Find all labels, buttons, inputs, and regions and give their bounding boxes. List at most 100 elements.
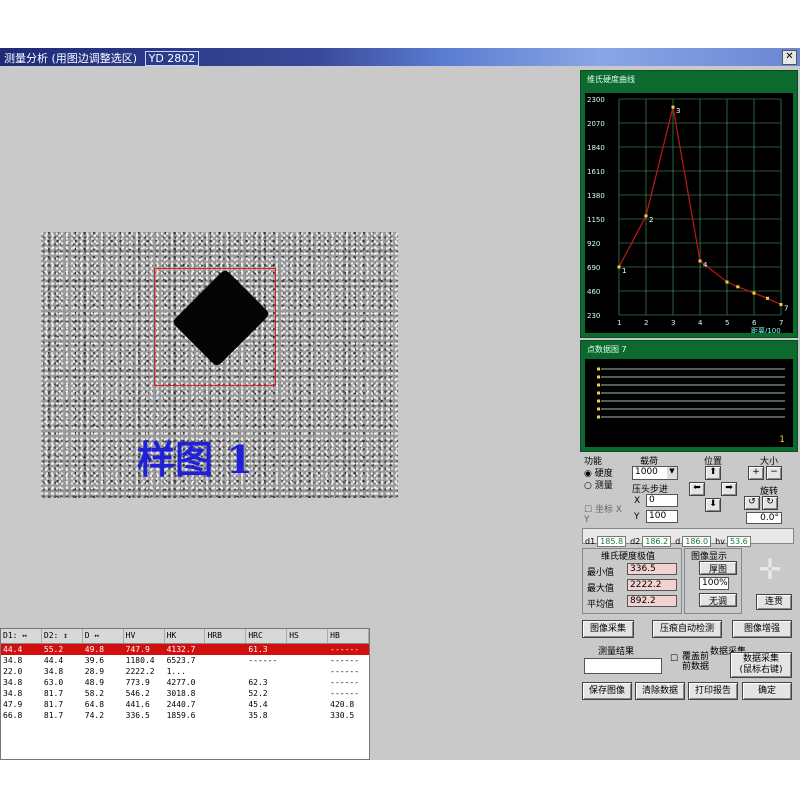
column-header[interactable]: HK xyxy=(165,629,206,643)
title-bar: 测量分析 (用图边调整选区) YD 2802 ✕ xyxy=(0,48,800,66)
table-row[interactable]: 66.8 81.7 74.2 336.5 1859.6 35.8 330.5 xyxy=(1,710,369,721)
data-point xyxy=(736,285,740,289)
table-cell xyxy=(205,710,246,721)
readout-d1: d1 185.8 xyxy=(585,536,627,547)
table-body: 44.4 55.2 49.8 747.9 4132.7 61.3 ------ 34.8 44.… xyxy=(1,644,369,721)
readout-label: d1 xyxy=(585,537,596,546)
clear-data-button[interactable]: 清除数据 xyxy=(635,682,685,700)
capture-button[interactable]: 图像采集 xyxy=(582,620,634,638)
column-header[interactable]: D ↔ xyxy=(83,629,124,643)
max-label: 最大值 xyxy=(587,584,615,594)
image-canvas[interactable]: 样图 1 xyxy=(0,66,578,626)
step-y-field[interactable]: 100 xyxy=(646,510,678,523)
collect-data-button[interactable]: 数据采集 (鼠标右键) xyxy=(730,652,792,678)
table-row[interactable]: 34.8 81.7 58.2 546.2 3018.8 52.2 ------ xyxy=(1,688,369,699)
selection-box[interactable] xyxy=(154,268,276,386)
table-cell: 52.2 xyxy=(248,689,268,698)
arrow-down-button[interactable]: ⬇ xyxy=(705,498,721,512)
sample-image: 样图 1 xyxy=(41,232,398,498)
table-cell: 61.3 xyxy=(248,645,268,654)
auto-measure-button[interactable]: 压痕自动检测 xyxy=(652,620,722,638)
arrow-left-button[interactable]: ⬅ xyxy=(689,482,705,496)
arrow-up-button[interactable]: ⬆ xyxy=(705,466,721,480)
size-minus-button[interactable]: − xyxy=(766,466,782,480)
y-tick-label: 2070 xyxy=(587,120,605,128)
table-cell: ------ xyxy=(330,689,360,698)
overwrite-label-1: 覆盖前 xyxy=(682,652,710,662)
table-cell: ------ xyxy=(248,656,278,665)
readout-bar: d1 185.8 d2 186.2 d 186.0 hv 53.6 xyxy=(582,528,794,547)
display-group: 图像显示 厚图 100% 无调 xyxy=(684,548,742,614)
radio-measure[interactable]: ○ 测量 xyxy=(584,478,613,491)
rotate-ccw-button[interactable]: ↺ xyxy=(744,496,760,510)
points-corner-label: 1 xyxy=(779,435,785,445)
zoom-field[interactable]: 100% xyxy=(699,577,729,590)
xy-checkbox[interactable]: ☐ 坐标 X Y xyxy=(584,502,628,525)
angle-field[interactable]: 0.0° xyxy=(746,512,782,524)
results-table[interactable]: D1: ↔ D2: ↕ D ↔ HV HK HRB HRC HS HB 44.4 55.2 49.8… xyxy=(0,628,370,760)
load-value: 1000 xyxy=(635,467,658,477)
load-select[interactable]: 1000 ▼ xyxy=(632,466,678,480)
x-axis-label: 距离/100 xyxy=(751,326,781,333)
sample-label: 样图 1 xyxy=(137,437,253,482)
table-cell: 49.8 xyxy=(84,645,105,654)
points-plot: 1 xyxy=(585,359,793,447)
points-marker xyxy=(597,407,600,411)
step-x-label: X xyxy=(634,496,641,506)
link-button[interactable]: 连贯 xyxy=(756,594,792,610)
x-tick-label: 1 xyxy=(617,319,621,327)
table-cell: 330.5 xyxy=(330,711,355,720)
overwrite-checkbox[interactable]: ☐ xyxy=(670,654,678,664)
measure-result-field[interactable] xyxy=(584,658,662,674)
overwrite-label: 覆盖前 前数据 xyxy=(682,652,709,672)
y-tick-label: 2300 xyxy=(587,96,605,104)
table-row[interactable]: 34.8 63.0 48.9 773.9 4277.0 62.3 ------ xyxy=(1,677,369,688)
column-header[interactable]: HRB xyxy=(205,629,247,643)
table-cell xyxy=(205,699,246,710)
radio-measure-label: 测量 xyxy=(594,481,613,491)
column-header[interactable]: HB xyxy=(328,629,370,643)
table-cell: ------ xyxy=(330,678,360,687)
readout-value: 185.8 xyxy=(597,536,627,547)
points-marker xyxy=(597,367,600,371)
table-cell xyxy=(287,644,328,655)
readout-label: hv xyxy=(715,537,725,546)
table-cell: 22.0 xyxy=(3,667,23,676)
column-header[interactable]: D1: ↔ xyxy=(1,629,42,643)
table-cell: 4132.7 xyxy=(166,645,196,654)
data-point xyxy=(725,280,729,284)
table-row[interactable]: 34.8 44.4 39.6 1180.4 6523.7 ------ ------ xyxy=(1,655,369,666)
readout-value: 53.6 xyxy=(726,536,751,547)
thickness-button[interactable]: 厚图 xyxy=(699,561,737,575)
print-report-button[interactable]: 打印报告 xyxy=(688,682,738,700)
rotate-cw-button[interactable]: ↻ xyxy=(762,496,778,510)
column-header[interactable]: HV xyxy=(124,629,165,643)
image-enhance-button[interactable]: 图像增强 xyxy=(732,620,792,638)
points-caption: 点数据图 7 xyxy=(587,345,627,354)
y-tick-label: 1150 xyxy=(587,216,605,224)
table-cell xyxy=(205,677,246,688)
size-plus-button[interactable]: + xyxy=(748,466,764,480)
crosshair-icon: ✛ xyxy=(758,553,782,586)
table-cell: 45.4 xyxy=(248,700,268,709)
column-header[interactable]: HRC xyxy=(246,629,288,643)
rotate-cw-icon: ↻ xyxy=(766,497,774,507)
arrow-right-button[interactable]: ➡ xyxy=(721,482,737,496)
table-row[interactable]: 22.0 34.8 28.9 2222.2 1... ------ xyxy=(1,666,369,677)
table-row[interactable]: 47.9 81.7 64.8 441.6 2440.7 45.4 420.8 xyxy=(1,699,369,710)
step-x-field[interactable]: 0 xyxy=(646,494,678,507)
arrow-right-icon: ➡ xyxy=(725,483,733,493)
table-cell: 64.8 xyxy=(84,700,105,709)
no-adjust-button[interactable]: 无调 xyxy=(699,593,737,607)
table-cell: 1... xyxy=(166,667,186,676)
table-cell xyxy=(246,666,287,677)
data-point xyxy=(698,259,702,263)
close-button[interactable]: ✕ xyxy=(782,50,797,65)
save-image-button[interactable]: 保存图像 xyxy=(582,682,632,700)
column-header[interactable]: HS xyxy=(287,629,329,643)
readout-d2: d2 186.2 xyxy=(630,536,672,547)
ok-button[interactable]: 确定 xyxy=(742,682,792,700)
column-header[interactable]: D2: ↕ xyxy=(42,629,83,643)
table-row[interactable]: 44.4 55.2 49.8 747.9 4132.7 61.3 ------ xyxy=(1,644,369,655)
table-cell: 546.2 xyxy=(125,689,150,698)
